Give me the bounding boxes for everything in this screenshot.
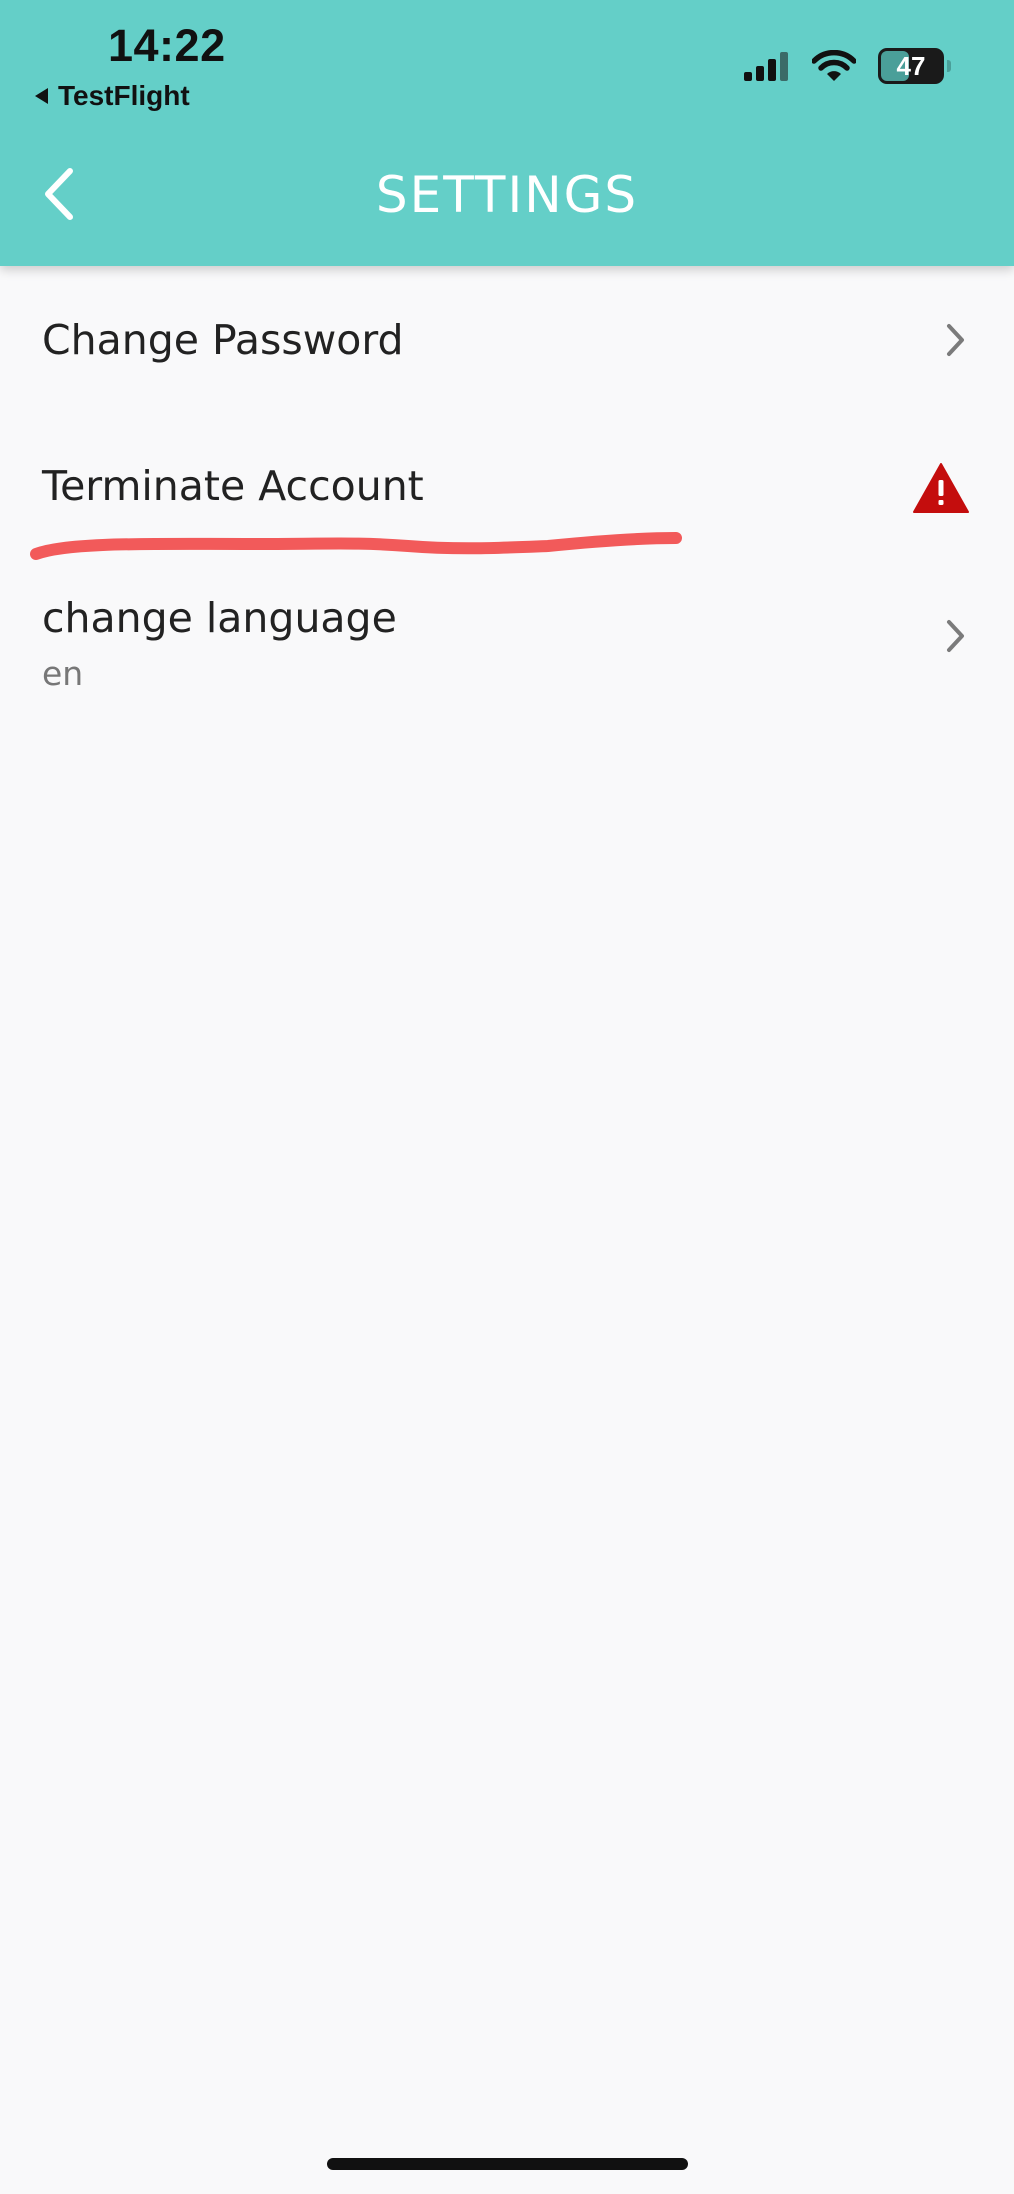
status-icons: 47 — [744, 48, 951, 84]
battery-cap — [947, 60, 951, 72]
language-value: en — [42, 654, 84, 693]
change-language-label: change language — [42, 594, 397, 642]
warning-icon — [913, 463, 969, 513]
change-language-item[interactable]: change language en — [0, 554, 1014, 714]
change-password-label: Change Password — [42, 316, 404, 364]
chevron-right-icon — [947, 620, 964, 652]
app-header: 14:22 TestFlight 47 SETTINGS — [0, 0, 1014, 266]
terminate-account-label: Terminate Account — [42, 462, 424, 510]
testflight-back-link[interactable]: TestFlight — [32, 80, 190, 112]
home-indicator[interactable] — [327, 2158, 688, 2170]
battery-icon: 47 — [878, 48, 951, 84]
cellular-signal-icon — [744, 52, 788, 81]
page-title: SETTINGS — [375, 166, 639, 224]
change-password-item[interactable]: Change Password — [0, 266, 1014, 412]
back-triangle-icon — [35, 88, 48, 104]
wifi-icon — [812, 50, 856, 81]
battery-percent: 47 — [896, 50, 926, 81]
status-time: 14:22 — [108, 20, 226, 71]
back-app-label: TestFlight — [58, 80, 190, 111]
chevron-right-icon — [947, 324, 964, 356]
terminate-account-item[interactable]: Terminate Account — [0, 412, 1014, 554]
